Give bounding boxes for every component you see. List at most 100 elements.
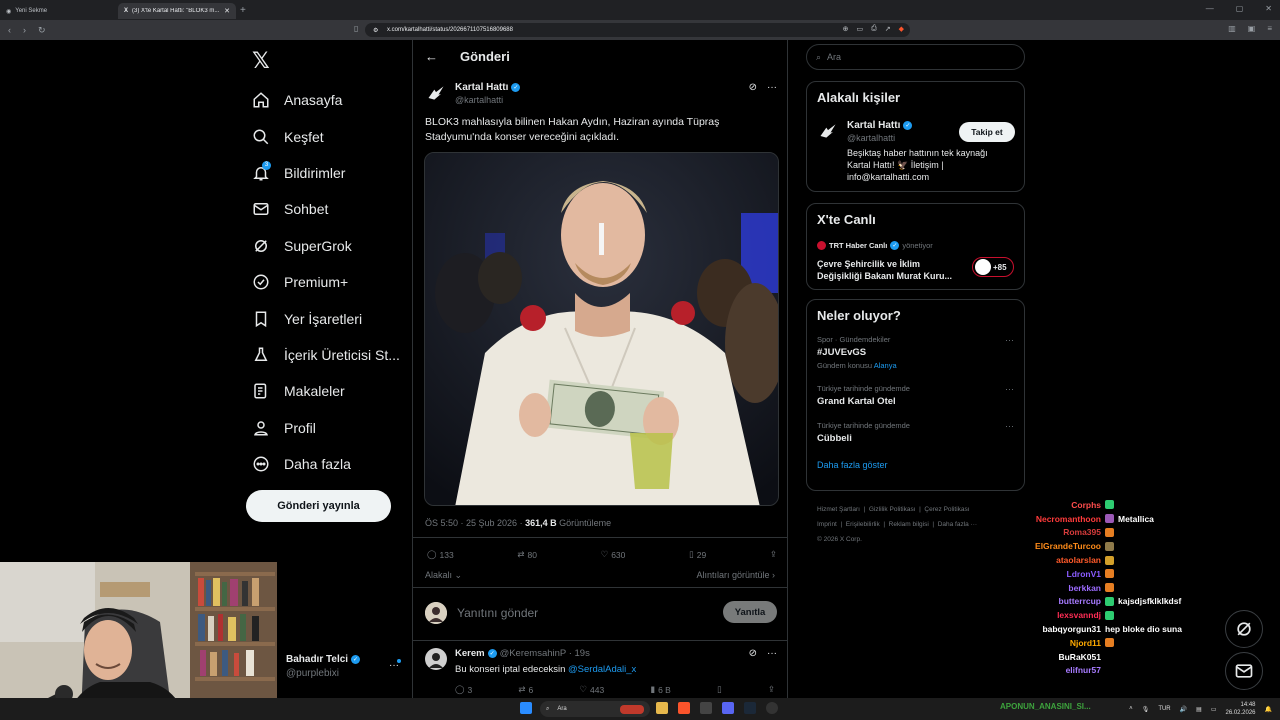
sidebar-item-notifications[interactable]: 3 Bildirimler (252, 155, 400, 191)
sidebar-item-chat[interactable]: Sohbet (252, 191, 400, 227)
footer-link[interactable]: Imprint (817, 521, 837, 528)
trend-item[interactable]: Türkiye tarihinde gündemde Grand Kartal … (807, 384, 1024, 407)
cast-icon[interactable]: ▭ (857, 25, 864, 33)
trend-more-icon[interactable]: ··· (1005, 384, 1014, 394)
reply-button[interactable]: Yanıtla (723, 601, 777, 623)
grok-explain-icon[interactable]: ⊘ (749, 648, 757, 659)
mic-icon[interactable]: 🎙 (1142, 706, 1150, 713)
post-button[interactable]: Gönderi yayınla (246, 490, 391, 522)
views-action[interactable]: ▮ 6 B (650, 684, 670, 695)
author-handle[interactable]: @kartalhatti (455, 95, 520, 105)
maximize-icon[interactable]: ▢ (1236, 4, 1244, 13)
share-action[interactable]: ⇪ (768, 684, 775, 695)
new-tab-button[interactable]: + (240, 5, 246, 16)
speaker-icon[interactable]: 🔊 (1180, 706, 1187, 713)
chevron-up-icon[interactable]: ˄ (1129, 706, 1133, 712)
close-window-icon[interactable]: ✕ (1265, 4, 1272, 13)
footer-link[interactable]: Reklam bilgisi (889, 521, 929, 528)
sidebar-item-supergrok[interactable]: SuperGrok (252, 228, 400, 264)
sidebar-item-bookmarks[interactable]: Yer İşaretleri (252, 300, 400, 336)
trend-item[interactable]: Türkiye tarihinde gündemde Cübbeli ··· (807, 421, 1024, 444)
reply-post[interactable]: Kerem ✓ @KeremsahinP · 19s ⊘ ··· Bu kons… (425, 648, 777, 695)
obs-icon[interactable] (766, 702, 778, 714)
menu-icon[interactable]: ≡ (1267, 24, 1272, 33)
windows-start-icon[interactable] (520, 702, 532, 714)
network-icon[interactable]: ▤ (1196, 706, 1202, 713)
bookmark-action[interactable]: ▯ 29 (689, 549, 706, 560)
bookmark-action[interactable]: ▯ (717, 684, 722, 695)
post-photo[interactable] (424, 152, 779, 506)
screenshot-icon[interactable]: ⎙ (871, 25, 877, 33)
follow-button[interactable]: Takip et (959, 122, 1015, 142)
grok-float-button[interactable] (1225, 610, 1263, 648)
sidebar-item-premium[interactable]: Premium+ (252, 264, 400, 300)
grok-explain-icon[interactable]: ⊘ (749, 82, 757, 93)
repost-action[interactable]: ⇄ 6 (518, 684, 533, 695)
steam-icon[interactable] (744, 702, 756, 714)
taskbar-search[interactable]: ⌕ Ara (540, 701, 650, 717)
sidebar-item-more[interactable]: Daha fazla (252, 446, 400, 482)
view-quotes-link[interactable]: Alıntıları görüntüle › (696, 570, 775, 580)
minimize-icon[interactable]: — (1206, 4, 1214, 13)
reply-action[interactable]: ◯ 133 (427, 549, 454, 560)
reload-icon[interactable]: ↻ (38, 25, 46, 36)
search-input[interactable]: ⌕ Ara (806, 44, 1025, 70)
reply-composer[interactable]: Yanıtını gönder Yanıtla (425, 598, 777, 628)
sidebar-item-explore[interactable]: Keşfet (252, 118, 400, 154)
back-nav-icon[interactable]: ‹ (8, 25, 11, 36)
sidebar-item-articles[interactable]: Makaleler (252, 373, 400, 409)
back-arrow-icon[interactable]: ← (425, 49, 438, 64)
author-name[interactable]: Kartal Hattı (455, 82, 508, 93)
footer-link[interactable]: Çerez Politikası (924, 506, 969, 513)
show-more-link[interactable]: Daha fazla göster (807, 460, 1024, 470)
battery-icon[interactable]: ▭ (1211, 706, 1217, 713)
sidebar-item-profile[interactable]: Profil (252, 410, 400, 446)
repost-action[interactable]: ⇄ 80 (517, 549, 537, 560)
like-action[interactable]: ♡ 443 (579, 684, 604, 695)
footer-link[interactable]: Gizlilik Politikası (869, 506, 916, 513)
language-indicator[interactable]: TUR (1158, 706, 1170, 712)
reply-author-name[interactable]: Kerem (455, 648, 485, 659)
bookmark-page-icon[interactable]: ▯ (354, 24, 358, 33)
reply-avatar[interactable] (425, 648, 447, 670)
live-title[interactable]: Çevre Şehircilik ve İklim Değişikliği Ba… (817, 258, 967, 282)
reply-more-icon[interactable]: ··· (767, 648, 777, 659)
file-explorer-icon[interactable] (656, 702, 668, 714)
forward-nav-icon[interactable]: › (23, 25, 26, 36)
share-action[interactable]: ⇪ (770, 549, 777, 560)
live-host[interactable]: TRT Haber Canlı (829, 241, 887, 250)
post-author[interactable]: Kartal Hattı ✓ @kartalhatti (425, 82, 521, 105)
discord-icon[interactable] (722, 702, 734, 714)
sidebar-item-creator-studio[interactable]: İçerik Üreticisi St... (252, 337, 400, 373)
zoom-icon[interactable]: ⊕ (843, 25, 849, 33)
trend-item[interactable]: Spor · Gündemdekiler #JUVEvGS Gündem kon… (807, 335, 1024, 370)
brave-shield-icon[interactable]: ◆ (899, 25, 904, 33)
site-info-icon[interactable]: ⚙ (373, 27, 378, 34)
footer-link[interactable]: Hizmet Şartları (817, 506, 860, 513)
reply-input[interactable]: Yanıtını gönder (457, 606, 538, 620)
post-more-icon[interactable]: ··· (767, 82, 777, 93)
trend-more-icon[interactable]: ··· (1005, 335, 1014, 345)
notification-bell-icon[interactable]: 🔔 (1265, 706, 1272, 713)
x-logo-icon[interactable]: 𝕏 (252, 48, 270, 74)
wallet-icon[interactable]: ▣ (1248, 24, 1256, 33)
post-timestamp[interactable]: ÖS 5:50 · 25 Şub 2026 · (425, 518, 525, 528)
messages-float-button[interactable] (1225, 652, 1263, 690)
close-tab-icon[interactable]: ✕ (224, 7, 230, 15)
footer-link[interactable]: Erişilebilirlik (846, 521, 880, 528)
tab-new-tab[interactable]: ◉ Yeni Sekme (0, 3, 118, 19)
reply-action[interactable]: ◯ 3 (455, 684, 472, 695)
share-icon[interactable]: ↗ (885, 25, 891, 33)
trend-sub-link[interactable]: Alanya (874, 361, 897, 370)
mention-link[interactable]: @SerdalAdali_x (568, 664, 636, 675)
reply-sort-dropdown[interactable]: Alakalı ⌄ (425, 570, 462, 581)
brave-browser-icon[interactable] (678, 702, 690, 714)
footer-link[interactable]: Daha fazla ··· (938, 521, 977, 528)
sidebar-item-home[interactable]: Anasayfa (252, 82, 400, 118)
account-switcher[interactable]: Bahadır Telci ✓ @purplebixi (286, 654, 361, 679)
eagle-avatar-icon[interactable] (817, 120, 839, 142)
sidebar-toggle-icon[interactable]: ▥ (1228, 24, 1236, 33)
like-action[interactable]: ♡ 630 (601, 549, 626, 560)
live-listeners[interactable]: +85 (972, 257, 1014, 277)
eagle-avatar-icon[interactable] (425, 82, 447, 104)
